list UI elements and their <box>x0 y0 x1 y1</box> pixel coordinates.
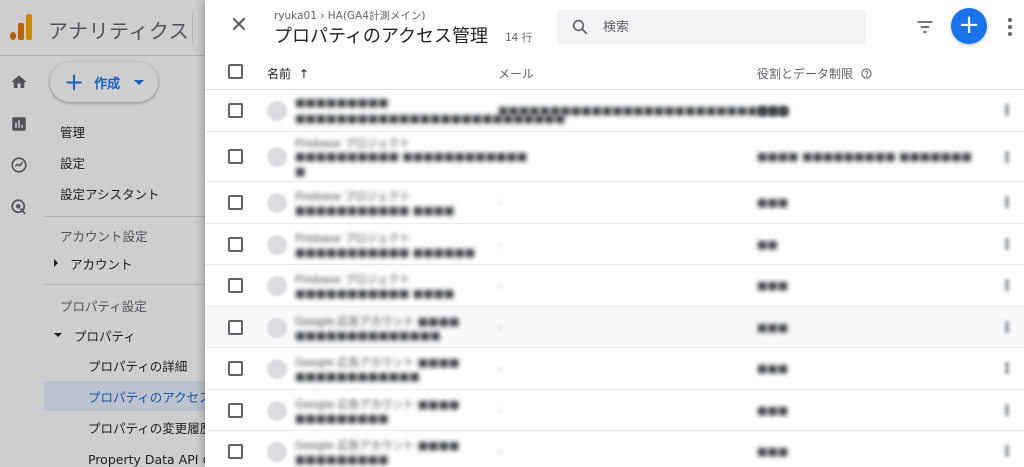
table-header: 名前 ↑ メール 役割とデータ制限 <box>205 54 1024 90</box>
user-role: ■■■ <box>757 445 789 458</box>
column-header-name[interactable]: 名前 ↑ <box>267 65 309 82</box>
avatar <box>267 146 287 167</box>
user-email: ■■■■■■■■■■■■■■■■■■■■■■■■■■■■ <box>498 104 790 117</box>
user-role: ■■■ <box>757 362 789 375</box>
row-checkbox[interactable] <box>228 402 243 418</box>
table-row[interactable]: Firebase プロジェクト ■■■■■■■■■■■ ■■■■■■ - ■■ <box>205 224 1024 265</box>
user-email: - <box>498 445 502 458</box>
user-name: Firebase プロジェクト <box>295 231 411 245</box>
user-name-sub: ■■■■■■■■■■■ ■■■■ <box>295 204 455 217</box>
row-checkbox[interactable] <box>228 148 243 164</box>
table-row[interactable]: Google 広告アカウント ■■■■ ■■■■■■■■■■■■■■ - ■■■ <box>205 306 1024 348</box>
user-name-sub: ■■■■■■■■■■■■ <box>295 370 420 383</box>
row-more-icon[interactable] <box>1005 403 1009 416</box>
row-more-icon[interactable] <box>1005 362 1009 374</box>
search-input[interactable] <box>603 19 843 35</box>
user-name: Firebase プロジェクト <box>295 136 411 150</box>
row-more-icon[interactable] <box>1005 104 1009 116</box>
user-name-sub: ■■■■■■■■■■■ ■■■■■■ <box>295 245 476 259</box>
user-email: - <box>498 279 502 292</box>
row-more-icon[interactable] <box>1005 237 1009 250</box>
plus-icon: + <box>958 10 980 40</box>
user-name: ■■■■■■■■■ <box>295 96 389 109</box>
user-role: ■■■ <box>757 196 789 209</box>
table-row[interactable]: Google 広告アカウント ■■■■ ■■■■■■■■■■■■ - ■■■ <box>205 348 1024 390</box>
filter-icon[interactable] <box>915 17 935 37</box>
user-name-sub: ■■■■■■■■■■■■■■ <box>295 328 441 342</box>
close-button[interactable]: ✕ <box>227 14 251 38</box>
column-role-label: 役割とデータ制限 <box>757 67 854 81</box>
user-name-sub: ■■■■■■■■■■■ ■■■■ <box>295 287 455 300</box>
table-row[interactable]: ■■■■■■■■■ ■■■■■■■■■■■■■■■■■■■■■■■■■■ ■■■… <box>205 90 1024 132</box>
user-name-sub: ■■■■■■■■■ <box>295 411 389 425</box>
row-count: 14 行 <box>505 32 533 44</box>
row-more-icon[interactable] <box>1005 445 1009 457</box>
table-row[interactable]: Google 広告アカウント ■■■■ ■■■■■■■■■ - ■■■ <box>205 390 1024 431</box>
table-row[interactable]: Google 広告アカウント ■■■■ ■■■■■■■■■ - ■■■ <box>205 431 1024 467</box>
column-header-role: 役割とデータ制限 <box>757 65 872 82</box>
user-email: - <box>498 403 502 417</box>
access-management-panel: ✕ ryuka01 › HA(GA4計測メイン) プロパティのアクセス管理 14… <box>205 0 1024 467</box>
help-icon[interactable] <box>861 68 872 79</box>
column-header-email: メール <box>498 67 535 81</box>
search-box[interactable] <box>557 10 866 44</box>
user-email: - <box>498 196 502 209</box>
user-role: ■■■■ ■■■■■■■■■ ■■■■■■■ <box>757 149 972 163</box>
row-checkbox[interactable] <box>228 361 243 376</box>
table-row[interactable]: Firebase プロジェクト ■■■■■■■■■■■ ■■■■ - ■■■ <box>205 265 1024 307</box>
avatar <box>267 234 287 255</box>
table-row[interactable]: Firebase プロジェクト ■■■■■■■■■■ ■■■■■■■■■■■■ … <box>205 132 1024 182</box>
user-email: - <box>498 149 502 163</box>
avatar <box>267 400 287 421</box>
avatar <box>267 359 287 379</box>
search-icon <box>572 19 588 35</box>
user-name: Firebase プロジェクト <box>295 190 411 203</box>
avatar <box>267 442 287 462</box>
user-name: Google 広告アカウント ■■■■ <box>295 397 460 411</box>
row-more-icon[interactable] <box>1005 150 1009 163</box>
user-name-sub: ■■■■■■■■■■ ■■■■■■■■■■■■ <box>295 149 528 163</box>
user-email: - <box>498 320 502 334</box>
avatar <box>267 276 287 296</box>
user-name: Firebase プロジェクト <box>295 273 411 286</box>
add-user-button[interactable]: + <box>951 8 987 44</box>
user-email: - <box>498 362 502 375</box>
page-title: プロパティのアクセス管理 <box>274 26 489 47</box>
row-checkbox[interactable] <box>228 319 243 335</box>
avatar <box>267 101 287 121</box>
breadcrumb[interactable]: ryuka01 › HA(GA4計測メイン) <box>274 8 426 23</box>
avatar <box>267 193 287 213</box>
row-checkbox[interactable] <box>228 444 243 459</box>
column-name-label: 名前 <box>267 67 292 81</box>
avatar <box>267 317 287 338</box>
sort-arrow-icon: ↑ <box>298 67 309 81</box>
table-row[interactable]: Firebase プロジェクト ■■■■■■■■■■■ ■■■■ - ■■■ <box>205 182 1024 224</box>
user-role: ■■■ <box>757 403 789 417</box>
user-role: ■■ <box>757 237 778 251</box>
user-role: ■■■ <box>757 279 789 292</box>
user-email: - <box>498 237 502 251</box>
row-more-icon[interactable] <box>1005 196 1009 208</box>
user-name: Google 広告アカウント ■■■■ <box>295 314 460 328</box>
user-role: ■■■ <box>757 104 789 117</box>
row-checkbox[interactable] <box>228 236 243 252</box>
user-name-sub: ■ <box>295 164 306 178</box>
row-more-icon[interactable] <box>1005 279 1009 291</box>
row-checkbox[interactable] <box>228 278 243 293</box>
user-name: Google 広告アカウント ■■■■ <box>295 439 460 452</box>
row-checkbox[interactable] <box>228 103 243 118</box>
close-icon: ✕ <box>229 13 249 38</box>
user-name-sub: ■■■■■■■■■ <box>295 453 389 466</box>
row-more-icon[interactable] <box>1005 320 1009 333</box>
user-role: ■■■ <box>757 320 789 334</box>
user-name: Google 広告アカウント ■■■■ <box>295 356 460 369</box>
more-vert-icon[interactable] <box>1007 17 1013 37</box>
row-checkbox[interactable] <box>228 195 243 210</box>
select-all-checkbox[interactable] <box>228 64 243 79</box>
